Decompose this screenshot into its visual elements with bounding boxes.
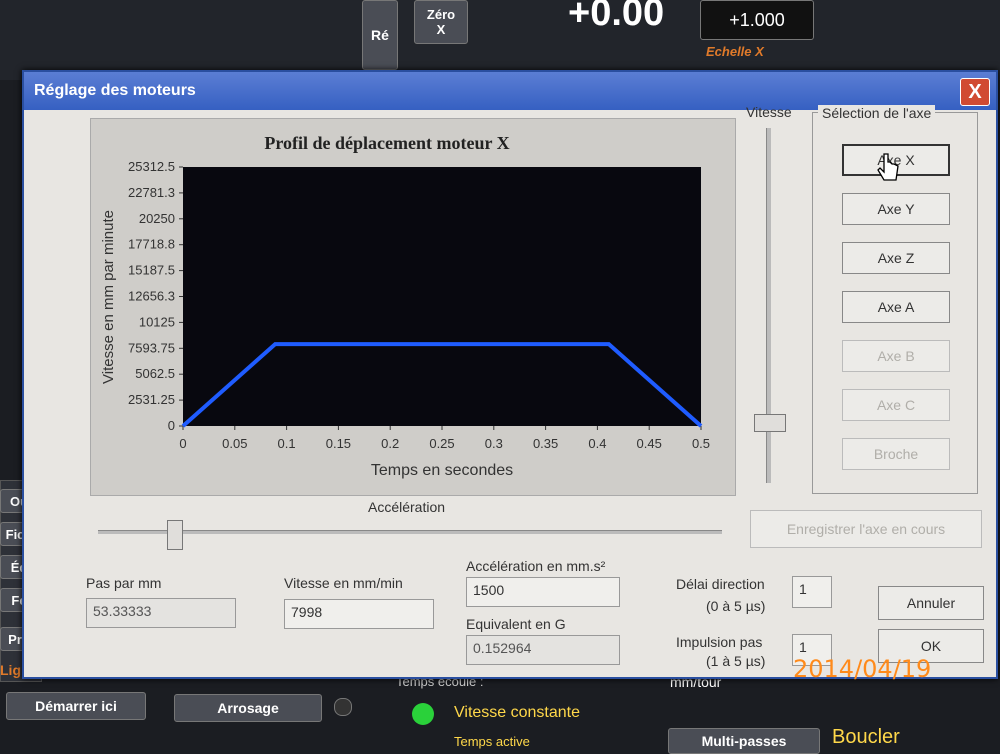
boucler-button[interactable]: Boucler (832, 726, 900, 749)
x-tick-label: 0.2 (381, 436, 399, 451)
pas-par-mm-field[interactable]: 53.33333 (86, 598, 236, 628)
x-tick-label: 0.15 (326, 436, 351, 451)
vitesse-slider-label: Vitesse (746, 104, 792, 120)
x-tick-label: 0.1 (278, 436, 296, 451)
y-tick-label: 7593.75 (128, 340, 175, 355)
y-tick-label: 17718.8 (128, 237, 175, 252)
acceleration-slider-label: Accélération (368, 499, 446, 515)
impulsion-pas-label: Impulsion pas (676, 634, 763, 650)
vitesse-slider-thumb[interactable] (754, 414, 786, 432)
accel-mm-s2-label: Accélération en mm.s² (466, 558, 606, 574)
background-temps-active-label: Temps active (454, 734, 530, 749)
y-tick-label: 20250 (139, 211, 175, 226)
y-tick-label: 22781.3 (128, 185, 175, 200)
background-toolbar (0, 0, 1000, 80)
motor-tuning-dialog: Réglage des moteurs X Profil de déplacem… (22, 70, 998, 679)
axis-y-button[interactable]: Axe Y (842, 193, 950, 225)
vitesse-mm-min-label: Vitesse en mm/min (284, 575, 403, 591)
y-tick-label: 12656.3 (128, 289, 175, 304)
pas-par-mm-label: Pas par mm (86, 575, 162, 591)
axis-z-button[interactable]: Axe Z (842, 242, 950, 274)
acceleration-slider-thumb[interactable] (167, 520, 183, 550)
background-dro-value: +0.00 (568, 0, 665, 34)
axis-b-button[interactable]: Axe B (842, 340, 950, 372)
motion-profile-chart: Profil de déplacement moteur X 0 0.05 0.1 0… (90, 118, 736, 496)
close-icon[interactable]: X (960, 78, 990, 106)
arrosage-button[interactable]: Arrosage (174, 694, 322, 722)
x-tick-label: 0.35 (533, 436, 558, 451)
y-tick-label: 5062.5 (135, 366, 175, 381)
axis-c-button[interactable]: Axe C (842, 389, 950, 421)
vitesse-mm-min-field[interactable]: 7998 (284, 599, 434, 629)
arrosage-led-icon (334, 698, 352, 716)
background-scale-field[interactable]: +1.000 (700, 0, 814, 40)
save-axis-button[interactable]: Enregistrer l'axe en cours (750, 510, 982, 548)
y-tick-label: 2531.25 (128, 392, 175, 407)
x-tick-label: 0.05 (222, 436, 247, 451)
delai-direction-label: Délai direction (676, 576, 765, 592)
axis-a-button[interactable]: Axe A (842, 291, 950, 323)
equiv-g-field[interactable]: 0.152964 (466, 635, 620, 665)
x-tick-label: 0.3 (485, 436, 503, 451)
y-tick-label: 10125 (139, 314, 175, 329)
start-here-button[interactable]: Démarrer ici (6, 692, 146, 720)
accel-mm-s2-field[interactable]: 1500 (466, 577, 620, 607)
delai-direction-field[interactable]: 1 (792, 576, 832, 608)
mouse-cursor-icon (877, 153, 899, 181)
chart-x-label: Temps en secondes (371, 462, 513, 479)
x-tick-label: 0.4 (588, 436, 606, 451)
chart-y-label: Vitesse en mm par minute (100, 210, 117, 384)
vitesse-constante-label: Vitesse constante (454, 704, 581, 721)
axis-selection-title: Sélection de l'axe (818, 105, 936, 121)
x-tick-label: 0.5 (692, 436, 710, 451)
plot-area (183, 167, 701, 426)
dialog-title: Réglage des moteurs (34, 82, 196, 99)
x-tick-label: 0 (179, 436, 186, 451)
y-tick-label: 25312.5 (128, 159, 175, 174)
background-zero-x-button[interactable]: Zéro X (414, 0, 468, 44)
y-tick-label: 15187.5 (128, 263, 175, 278)
acceleration-slider-track[interactable] (98, 530, 722, 534)
x-tick-label: 0.45 (637, 436, 662, 451)
delai-direction-range: (0 à 5 µs) (706, 598, 766, 614)
background-scale-label: Echelle X (706, 44, 764, 59)
x-tick-label: 0.25 (429, 436, 454, 451)
multipasses-button[interactable]: Multi-passes (668, 728, 820, 754)
motion-profile-chart-svg: Profil de déplacement moteur X 0 0.05 0.1 0… (100, 133, 710, 479)
cancel-button[interactable]: Annuler (878, 586, 984, 620)
chart-title: Profil de déplacement moteur X (264, 133, 509, 153)
y-tick-label: 0 (168, 418, 175, 433)
impulsion-pas-range: (1 à 5 µs) (706, 653, 766, 669)
background-reset-button[interactable]: Ré (362, 0, 398, 70)
vitesse-constante-led-icon (412, 703, 434, 725)
equiv-g-label: Equivalent en G (466, 616, 566, 632)
spindle-button[interactable]: Broche (842, 438, 950, 470)
photo-date-stamp: 2014/04/19 (793, 655, 932, 683)
